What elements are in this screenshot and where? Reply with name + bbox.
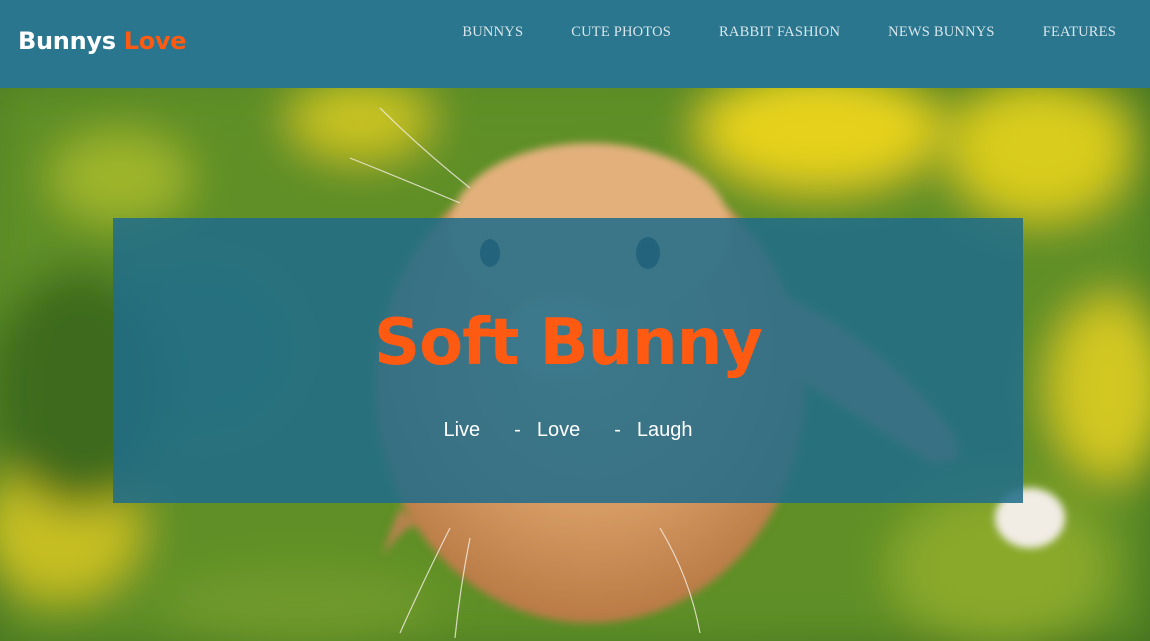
logo-primary-text: Bunnys	[18, 27, 116, 55]
nav-link-rabbit-fashion[interactable]: RABBIT FASHION	[719, 22, 840, 42]
tagline-separator: -	[614, 419, 621, 441]
tagline-word-live: Live	[443, 419, 481, 441]
tagline-word-laugh: Laugh	[636, 419, 693, 441]
tagline-word-love: Love	[536, 419, 581, 441]
hero-section: Soft Bunny Live - Love - Laugh	[0, 88, 1150, 641]
page: Bunnys Love BUNNYS CUTE PHOTOS RABBIT FA…	[0, 0, 1150, 641]
top-navbar: Bunnys Love BUNNYS CUTE PHOTOS RABBIT FA…	[0, 0, 1150, 88]
nav-link-cute-photos[interactable]: CUTE PHOTOS	[571, 22, 671, 42]
hero-title: Soft Bunny	[374, 305, 763, 380]
site-logo[interactable]: Bunnys Love	[18, 26, 187, 56]
logo-accent-text: Love	[123, 27, 187, 55]
nav-link-bunnys[interactable]: BUNNYS	[462, 22, 523, 42]
hero-overlay-panel: Soft Bunny Live - Love - Laugh	[113, 218, 1023, 503]
main-nav: BUNNYS CUTE PHOTOS RABBIT FASHION NEWS B…	[462, 22, 1116, 42]
hero-tagline: Live - Love - Laugh	[113, 418, 1023, 442]
nav-link-features[interactable]: FEATURES	[1043, 22, 1116, 42]
nav-link-news-bunnys[interactable]: NEWS BUNNYS	[888, 22, 995, 42]
tagline-separator: -	[514, 419, 521, 441]
